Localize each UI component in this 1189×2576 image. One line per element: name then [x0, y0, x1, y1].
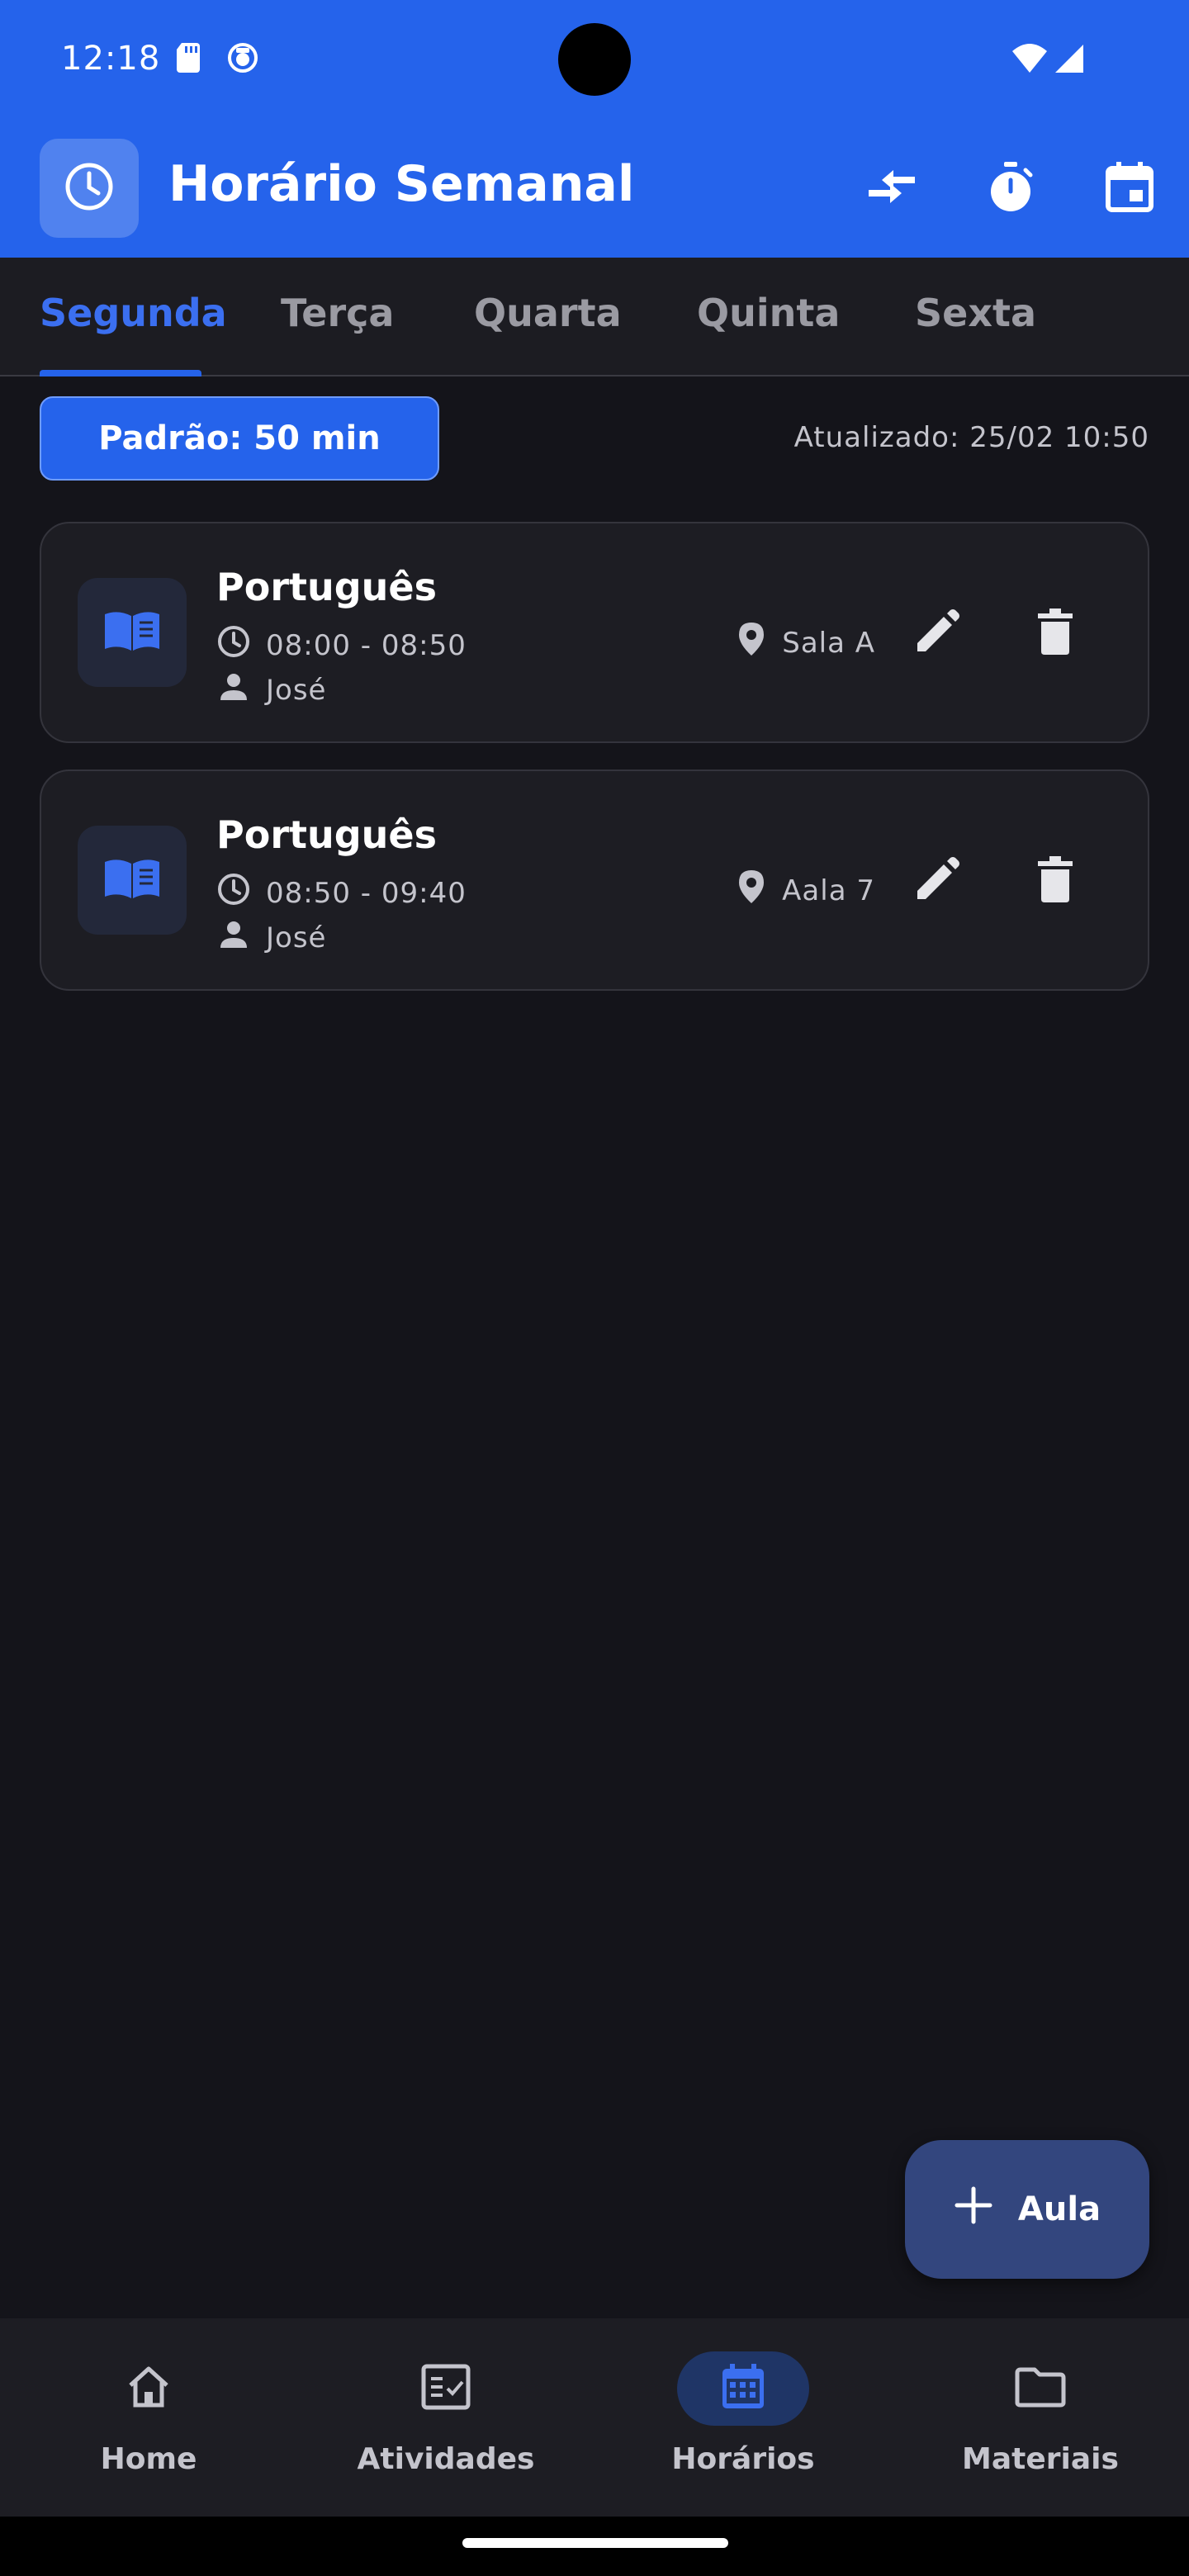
class-teacher: José [266, 673, 327, 707]
class-card[interactable]: Português 08:00 - 08:50 José Sala A [40, 522, 1149, 743]
pencil-icon [912, 856, 960, 907]
home-gesture-handle[interactable] [462, 2538, 728, 2548]
class-room-row: Sala A [737, 621, 875, 665]
person-icon [216, 916, 266, 959]
class-time: 08:50 - 09:40 [266, 876, 467, 910]
home-icon [126, 2365, 172, 2412]
edit-class-button[interactable] [897, 594, 976, 674]
trash-icon [1036, 856, 1074, 907]
class-subject: Português [216, 812, 437, 857]
last-updated-text: Atualizado: 25/02 10:50 [793, 421, 1149, 454]
tab-quarta[interactable]: Quarta [474, 291, 622, 335]
sd-card-icon [175, 41, 203, 78]
subject-icon-box [78, 826, 187, 935]
bottom-navigation: Home Atividades Horários Materiais [0, 2318, 1189, 2517]
calendar-icon [720, 2362, 766, 2415]
clock-icon [216, 624, 266, 666]
page-title: Horário Semanal [168, 155, 635, 213]
subject-icon-box [78, 578, 187, 687]
day-tabs: Segunda Terça Quarta Quinta Sexta [0, 258, 1189, 376]
folder-icon [1015, 2366, 1066, 2411]
clock-icon [63, 160, 116, 216]
class-room: Aala 7 [782, 874, 875, 907]
compare-button[interactable] [852, 149, 931, 228]
nav-home[interactable]: Home [0, 2318, 297, 2517]
tab-quinta[interactable]: Quinta [697, 291, 840, 335]
calendar-today-button[interactable] [1090, 149, 1169, 228]
tab-segunda[interactable]: Segunda [40, 291, 227, 335]
nav-icon-container [380, 2351, 512, 2426]
trash-icon [1036, 608, 1074, 660]
book-icon [103, 609, 161, 656]
class-time: 08:00 - 08:50 [266, 628, 467, 662]
delete-class-button[interactable] [1016, 842, 1095, 921]
class-teacher: José [266, 921, 327, 954]
app-bar: Horário Semanal [0, 119, 1189, 258]
tab-sexta[interactable]: Sexta [915, 291, 1036, 335]
system-gesture-bar [0, 2517, 1189, 2576]
edit-class-button[interactable] [897, 842, 976, 921]
nav-icon-container [677, 2351, 809, 2426]
nav-atividades[interactable]: Atividades [297, 2318, 594, 2517]
delete-class-button[interactable] [1016, 594, 1095, 674]
class-room-row: Aala 7 [737, 869, 875, 912]
class-room: Sala A [782, 626, 875, 660]
class-subject: Português [216, 565, 437, 609]
nav-horarios[interactable]: Horários [594, 2318, 892, 2517]
clock-icon [216, 872, 266, 914]
compare-arrows-icon [865, 165, 918, 211]
notification-icon [226, 41, 259, 78]
class-teacher-row: José [216, 916, 326, 959]
nav-label: Atividades [357, 2442, 535, 2476]
add-class-button[interactable]: Aula [905, 2140, 1149, 2279]
pencil-icon [912, 608, 960, 660]
tab-terca[interactable]: Terça [281, 291, 394, 335]
class-teacher-row: José [216, 669, 326, 711]
signal-icon [1054, 43, 1085, 78]
activities-icon [421, 2364, 471, 2413]
wifi-icon [1011, 41, 1049, 78]
plus-icon [954, 2185, 1018, 2233]
class-time-row: 08:50 - 09:40 [216, 872, 467, 914]
status-time: 12:18 [61, 40, 161, 78]
add-class-label: Aula [1017, 2190, 1101, 2228]
nav-label: Materiais [962, 2442, 1119, 2476]
default-duration-button[interactable]: Padrão: 50 min [40, 396, 439, 481]
nav-icon-container [83, 2351, 215, 2426]
timer-icon [986, 160, 1035, 216]
person-icon [216, 669, 266, 711]
app-logo [40, 139, 139, 238]
class-card[interactable]: Português 08:50 - 09:40 José Aala 7 [40, 769, 1149, 991]
location-pin-icon [737, 621, 782, 665]
camera-cutout [558, 23, 631, 96]
active-tab-indicator [40, 370, 201, 376]
nav-icon-container [974, 2351, 1106, 2426]
nav-materiais[interactable]: Materiais [892, 2318, 1189, 2517]
calendar-today-icon [1105, 160, 1154, 216]
class-time-row: 08:00 - 08:50 [216, 624, 467, 666]
nav-label: Home [100, 2442, 197, 2476]
timer-button[interactable] [971, 149, 1050, 228]
book-icon [103, 857, 161, 903]
status-bar: 12:18 [0, 0, 1189, 119]
nav-label: Horários [671, 2442, 815, 2476]
location-pin-icon [737, 869, 782, 912]
